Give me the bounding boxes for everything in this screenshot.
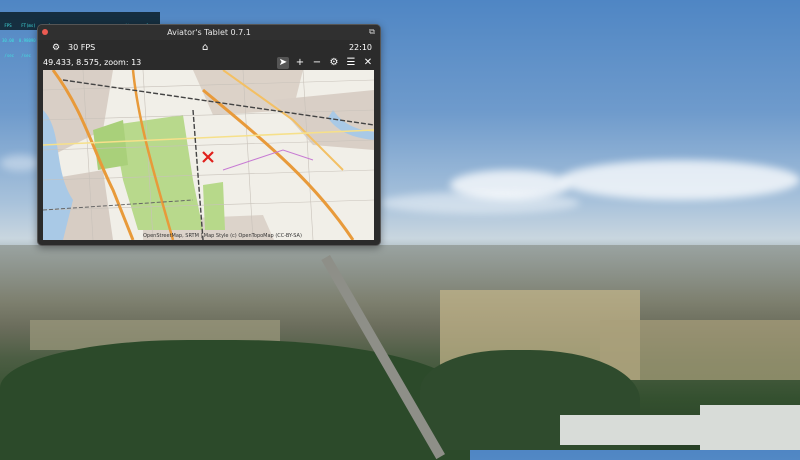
- clock: 22:10: [348, 43, 372, 52]
- map-controls: ➤ + − ⚙ ☰ ✕: [277, 56, 374, 70]
- window-titlebar[interactable]: Aviator's Tablet 0.7.1 ⧉: [38, 25, 380, 40]
- map-status-row: 49.433, 8.575, zoom: 13 ➤ + − ⚙ ☰ ✕: [38, 56, 380, 70]
- close-window-button[interactable]: [42, 29, 48, 35]
- list-icon[interactable]: ☰: [345, 57, 357, 69]
- home-icon[interactable]: ⌂: [202, 40, 208, 56]
- aircraft-marker-icon: [202, 151, 214, 163]
- map-attribution: OpenStreetMap, SRTM | Map Style (c) Open…: [143, 233, 302, 239]
- navigation-arrow-icon[interactable]: ➤: [277, 57, 289, 69]
- close-icon[interactable]: ✕: [362, 57, 374, 69]
- cloud: [0, 155, 40, 171]
- plus-icon[interactable]: +: [294, 57, 306, 69]
- cloud: [380, 192, 580, 214]
- popout-icon[interactable]: ⧉: [368, 28, 376, 36]
- cloud: [560, 160, 800, 200]
- farmland: [600, 320, 800, 380]
- gear-icon[interactable]: ⚙: [328, 57, 340, 69]
- window-title: Aviator's Tablet 0.7.1: [167, 28, 251, 37]
- gear-icon[interactable]: ⚙: [52, 40, 60, 56]
- aviators-tablet-window[interactable]: Aviator's Tablet 0.7.1 ⧉ ⚙ 30 FPS ⌂ 22:1…: [37, 24, 381, 246]
- minus-icon[interactable]: −: [311, 57, 323, 69]
- coordinates-readout: 49.433, 8.575, zoom: 13: [43, 58, 142, 67]
- forest: [0, 340, 470, 460]
- warehouse: [700, 405, 800, 450]
- warehouse: [560, 415, 700, 445]
- fps-counter: 30 FPS: [68, 43, 96, 52]
- app-toolbar: ⚙ 30 FPS ⌂ 22:10: [38, 40, 380, 56]
- map-view[interactable]: OpenStreetMap, SRTM | Map Style (c) Open…: [43, 70, 374, 240]
